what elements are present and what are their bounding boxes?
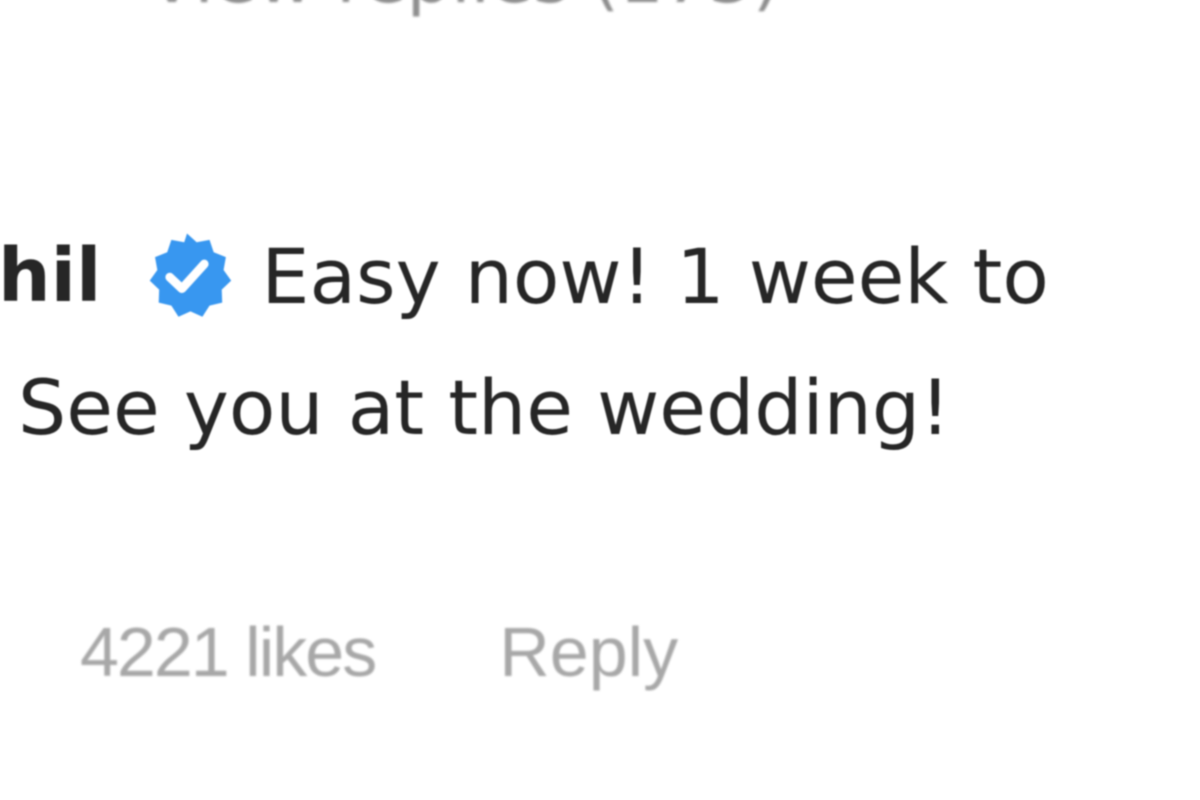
verified-badge-icon xyxy=(141,230,233,322)
comment-first-line: hil Easy now! 1 week to xyxy=(0,216,1049,336)
likes-count[interactable]: 4221 likes xyxy=(80,612,377,692)
comment-username[interactable]: hil xyxy=(0,233,101,319)
comment-text-line-1: Easy now! 1 week to xyxy=(261,231,1049,321)
comment-meta: 4221 likes Reply xyxy=(80,612,678,692)
view-replies-link[interactable]: View replies (173) xyxy=(148,0,780,18)
reply-button[interactable]: Reply xyxy=(499,612,678,692)
verified-badge-icon-graphic xyxy=(150,233,232,317)
comment-text-line-2: See you at the wedding! xyxy=(18,363,951,452)
